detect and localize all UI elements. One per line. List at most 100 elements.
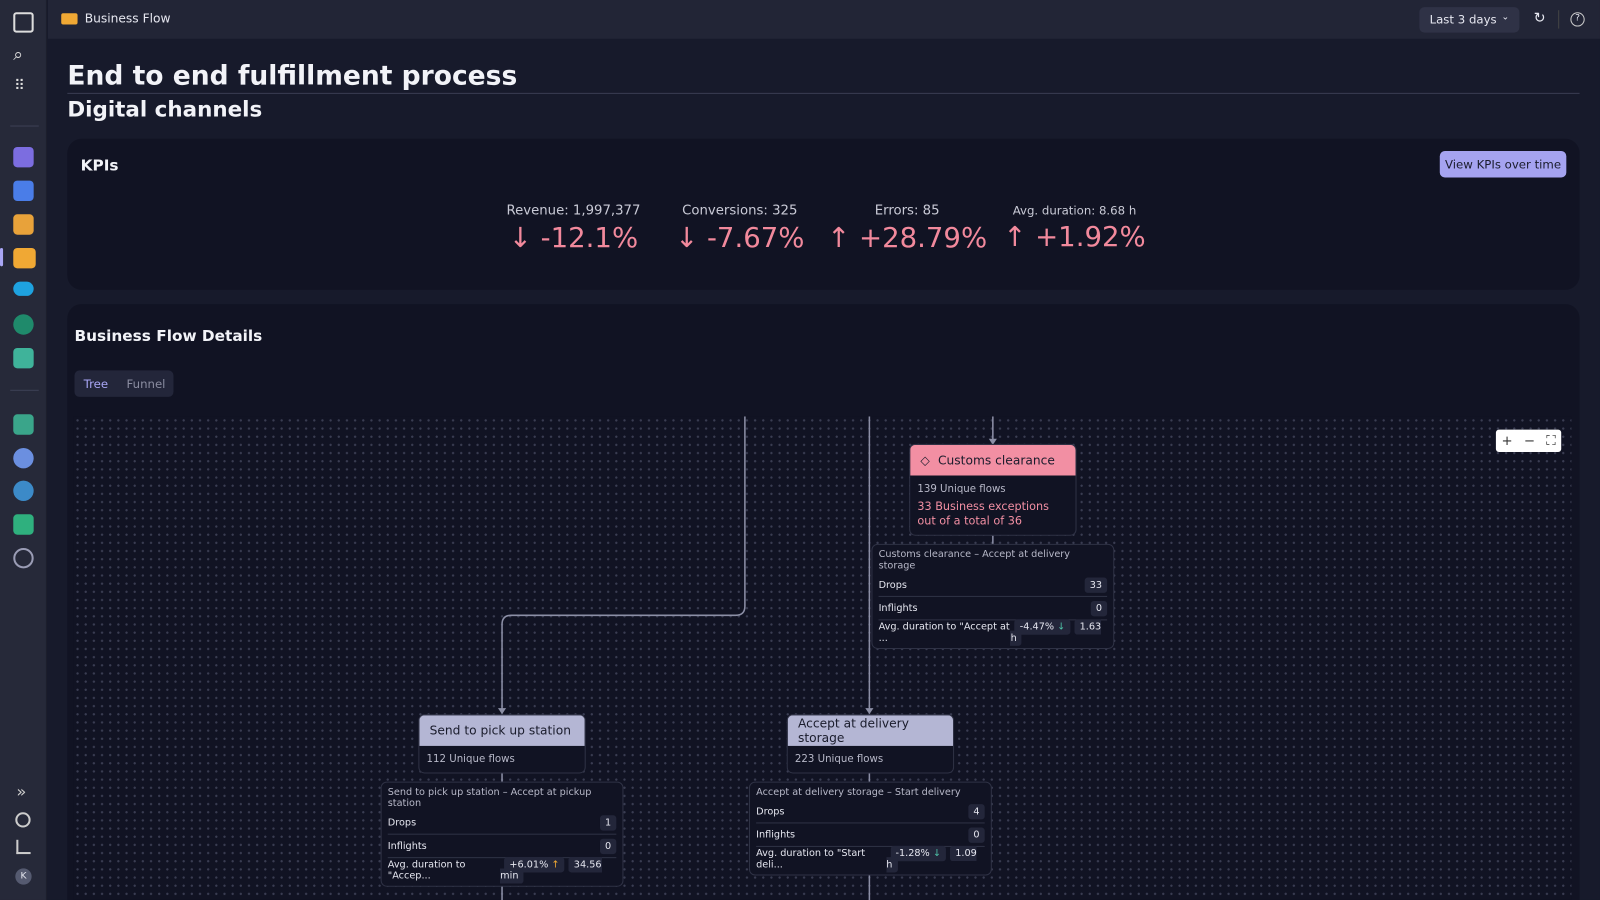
node-unique-flows: 139 Unique flows — [917, 483, 1006, 495]
dynatrace-logo-icon[interactable] — [13, 12, 34, 33]
timeframe-value: Last 3 days — [1429, 12, 1497, 27]
page-title: End to end fulfillment process — [67, 61, 518, 92]
node-unique-flows: 112 Unique flows — [426, 754, 515, 766]
divider — [1558, 10, 1560, 29]
kpi-label: Revenue: 1,997,377 — [506, 203, 641, 219]
avg-duration-label: Avg. duration to "Accep... — [387, 858, 466, 882]
inflights-value: 0 — [599, 838, 617, 854]
kpi-change: +28.79% — [858, 222, 988, 255]
node-exceptions: 33 Business exceptions out of a total of… — [917, 499, 1049, 528]
kpi-card: KPIs View KPIs over time Revenue: 1,997,… — [67, 138, 1580, 290]
kpi-label: Avg. duration: 8.68 h — [1012, 203, 1137, 218]
avg-duration-label: Avg. duration to "Start deli... — [756, 847, 866, 870]
help-icon[interactable]: ? — [1570, 12, 1585, 27]
app-icon-cubes[interactable] — [13, 146, 34, 168]
user-avatar[interactable]: K — [15, 868, 32, 885]
refresh-icon[interactable]: ↻ — [1534, 10, 1546, 26]
app-icon-layers[interactable] — [13, 347, 34, 369]
connector-line — [501, 416, 746, 713]
inflights-label: Inflights — [878, 602, 918, 614]
duration-change: -4.47% — [1019, 620, 1055, 633]
tab-funnel[interactable]: Funnel — [127, 377, 166, 391]
warning-diamond-icon: ◇ — [920, 453, 930, 468]
help-support-icon[interactable] — [15, 812, 31, 828]
flow-node-customs-clearance[interactable]: ◇ Customs clearance 139 Unique flows 33 Bu… — [909, 443, 1077, 536]
zoom-in-icon[interactable]: + — [1502, 433, 1513, 448]
app-icon-cloud[interactable] — [13, 447, 34, 469]
arrow-down-icon: ↓ — [1057, 620, 1066, 633]
apps-grid-icon[interactable]: ⠿ — [14, 78, 25, 94]
divider — [10, 389, 39, 391]
zoom-controls: + − ⛶ — [1495, 429, 1562, 453]
inflights-value: 0 — [968, 827, 985, 843]
zoom-out-icon[interactable]: − — [1524, 433, 1535, 448]
app-icon-salesforce[interactable] — [13, 281, 34, 296]
node-name: Customs clearance — [937, 453, 1055, 468]
avg-duration-label: Avg. duration to "Accept at ... — [878, 620, 1010, 644]
node-name: Accept at delivery storage — [797, 716, 909, 745]
expand-sidebar-icon[interactable]: » — [16, 782, 26, 801]
activity-icon[interactable] — [16, 839, 31, 855]
edge-details: Accept at delivery storage – Start deliv… — [748, 781, 992, 876]
arrow-down-icon: ↓ — [675, 222, 707, 255]
edge-details: Customs clearance – Accept at delivery s… — [871, 543, 1115, 649]
chevron-down-icon: ⌄ — [1501, 12, 1510, 23]
tab-tree[interactable]: Tree — [84, 377, 108, 391]
kpi-conversions: Conversions: 325 ↓ -7.67% — [653, 203, 826, 254]
kpi-errors: Errors: 85 ↑ +28.79% — [820, 203, 993, 254]
app-title: Business Flow — [84, 11, 171, 26]
flow-node-send-to-pick-up-station[interactable]: Send to pick up station 112 Unique flows — [418, 714, 586, 774]
drops-value: 4 — [968, 803, 985, 819]
kpi-revenue: Revenue: 1,997,377 ↓ -12.1% — [487, 203, 660, 254]
drops-label: Drops — [878, 579, 907, 591]
edge-title: Send to pick up station – Accept at pick… — [387, 786, 592, 810]
business-flow-app-icon — [61, 13, 78, 25]
kpi-avg-duration: Avg. duration: 8.68 h ↑ +1.92% — [988, 203, 1161, 253]
settings-icon[interactable] — [13, 547, 34, 569]
app-icon-carbon[interactable] — [13, 314, 34, 335]
node-name: Send to pick up station — [429, 723, 571, 738]
sidebar: ⌕ ⠿ » K — [0, 0, 47, 900]
edge-title: Accept at delivery storage – Start deliv… — [756, 786, 961, 798]
app-icon-business-flow[interactable] — [13, 247, 36, 269]
app-icon-cube[interactable] — [13, 514, 34, 535]
title-divider — [67, 92, 1580, 94]
arrow-up-icon: ↑ — [827, 222, 859, 255]
view-tabs: Tree Funnel — [74, 370, 174, 397]
app-icon-kubernetes[interactable] — [13, 480, 34, 502]
kpi-title: KPIs — [80, 156, 119, 175]
arrow-up-icon: ↑ — [551, 858, 560, 870]
kpi-label: Errors: 85 — [874, 203, 940, 219]
search-icon[interactable]: ⌕ — [13, 45, 23, 65]
duration-change: -1.28% — [895, 847, 930, 859]
timeframe-selector[interactable]: Last 3 days ⌄ — [1419, 7, 1520, 33]
inflights-value: 0 — [1090, 600, 1108, 616]
arrow-down-icon: ↓ — [932, 847, 941, 859]
drops-value: 1 — [599, 814, 617, 831]
app-icon-analytics[interactable] — [13, 414, 34, 435]
fullscreen-icon[interactable]: ⛶ — [1546, 433, 1555, 448]
inflights-label: Inflights — [756, 829, 796, 841]
drops-label: Drops — [387, 816, 417, 829]
page-subtitle: Digital channels — [67, 96, 263, 122]
drops-value: 33 — [1084, 577, 1108, 593]
edge-title: Customs clearance – Accept at delivery s… — [878, 548, 1071, 572]
edge-details: Send to pick up station – Accept at pick… — [380, 781, 624, 887]
kpi-label: Conversions: 325 — [682, 203, 798, 219]
flow-node-accept-at-delivery-storage[interactable]: Accept at delivery storage 223 Unique fl… — [786, 714, 955, 774]
kpi-change: -7.67% — [706, 222, 805, 255]
active-indicator — [0, 247, 4, 267]
flow-canvas[interactable]: + − ⛶ ◇ Customs clearance 139 Unique flows 3… — [73, 416, 1572, 900]
kpi-change: -12.1% — [540, 222, 639, 255]
node-unique-flows: 223 Unique flows — [794, 754, 884, 766]
details-title: Business Flow Details — [74, 326, 263, 345]
app-icon-chart[interactable] — [13, 214, 34, 235]
top-bar: Business Flow Last 3 days ⌄ ↻ ? — [47, 0, 1600, 39]
inflights-label: Inflights — [387, 840, 427, 852]
kpi-change: +1.92% — [1035, 221, 1146, 254]
app-icon-dashboard[interactable] — [13, 180, 34, 202]
arrow-up-icon: ↑ — [1003, 221, 1036, 254]
drops-label: Drops — [756, 805, 785, 817]
view-kpis-over-time-button[interactable]: View KPIs over time — [1439, 151, 1567, 178]
divider — [10, 125, 39, 127]
